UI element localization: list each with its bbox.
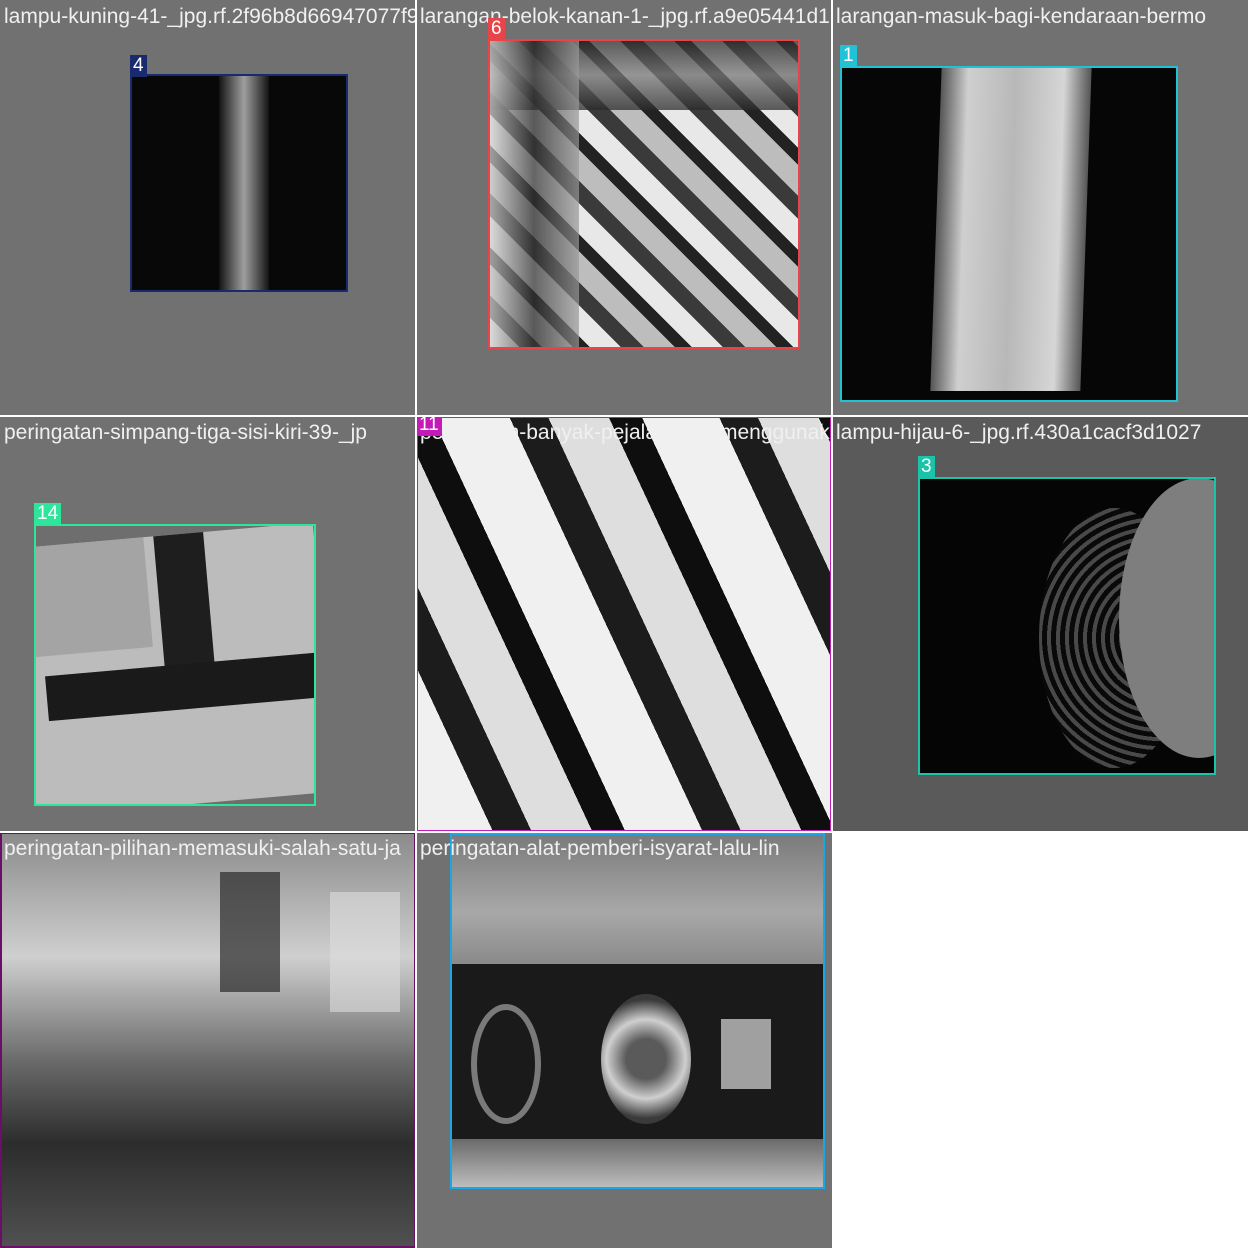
mosaic-tile-lampu-kuning: 4 lampu-kuning-41-_jpg.rf.2f96b8d6694707…: [0, 0, 416, 416]
bounding-box: [450, 833, 825, 1189]
image-filename: lampu-hijau-6-_jpg.rf.430a1cacf3d1027: [836, 421, 1202, 444]
bounding-box: [130, 74, 348, 292]
grid-divider: [415, 0, 417, 1248]
class-label-badge: 6: [488, 18, 505, 40]
mosaic-tile-pejalan-kaki: 11 peringatan-banyak-pejalan-kaki-menggu…: [416, 416, 832, 832]
class-label-badge: 1: [840, 45, 857, 67]
mosaic-tile-lampu-hijau: 3 lampu-hijau-6-_jpg.rf.430a1cacf3d1027: [832, 416, 1248, 832]
class-label-badge: 4: [130, 55, 147, 77]
image-filename: lampu-kuning-41-_jpg.rf.2f96b8d66947077f…: [4, 5, 416, 28]
image-filename: peringatan-banyak-pejalan-kaki-menggunak: [420, 421, 830, 444]
bounding-box: [416, 416, 832, 832]
bounding-box: [918, 477, 1216, 775]
image-filename: larangan-masuk-bagi-kendaraan-bermo: [836, 5, 1207, 28]
mosaic-tile-larangan-belok-kanan: 6 larangan-belok-kanan-1-_jpg.rf.a9e0544…: [416, 0, 832, 416]
class-label-badge: 14: [34, 503, 62, 525]
grid-divider: [0, 415, 1248, 417]
bounding-box: [488, 39, 800, 349]
class-label-badge: 3: [918, 456, 935, 478]
image-filename: peringatan-alat-pemberi-isyarat-lalu-lin: [420, 837, 780, 860]
mosaic-tile-alat-pemberi-isyarat: 10 peringatan-alat-pemberi-isyarat-lalu-…: [416, 832, 832, 1248]
mosaic-tile-larangan-masuk: 1 larangan-masuk-bagi-kendaraan-bermo: [832, 0, 1248, 416]
mosaic-tile-pilihan-memasuki: 16 peringatan-pilihan-memasuki-salah-sat…: [0, 832, 416, 1248]
bounding-box: [0, 832, 416, 1248]
image-filename: peringatan-pilihan-memasuki-salah-satu-j…: [4, 837, 401, 860]
bounding-box: [840, 66, 1178, 402]
image-filename: peringatan-simpang-tiga-sisi-kiri-39-_jp: [4, 421, 367, 444]
mosaic-tile-simpang-tiga: 14 peringatan-simpang-tiga-sisi-kiri-39-…: [0, 416, 416, 832]
bounding-box: [34, 524, 316, 806]
grid-divider: [0, 831, 1248, 833]
class-label-badge: 11: [416, 416, 442, 436]
image-filename: larangan-belok-kanan-1-_jpg.rf.a9e05441d…: [420, 5, 830, 28]
